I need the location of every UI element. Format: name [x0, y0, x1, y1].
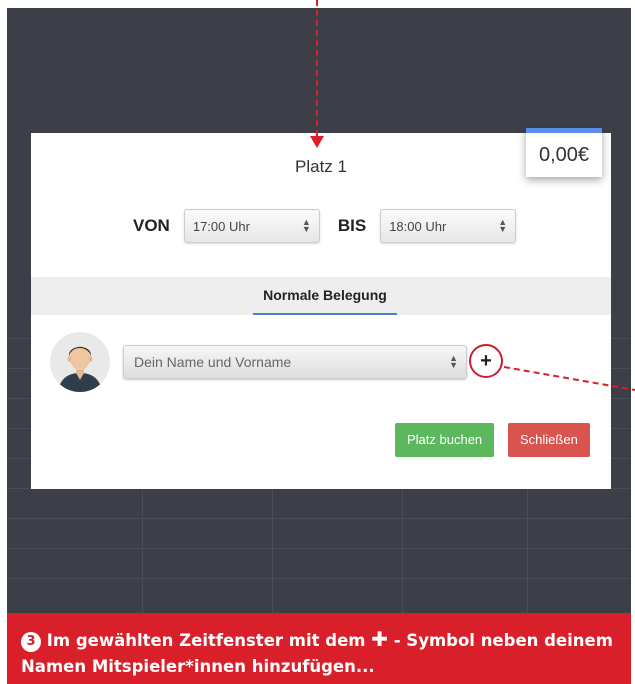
- tab-bar: Normale Belegung: [31, 277, 611, 315]
- plus-icon: ✚: [371, 627, 388, 651]
- to-label: BIS: [337, 216, 367, 235]
- select-arrows-icon: ▲ ▼: [498, 217, 508, 234]
- time-range-row: VON 17:00 Uhr ▲ ▼ BIS 18:00 Uhr ▲ ▼: [133, 209, 517, 243]
- select-arrows-icon: ▲ ▼: [449, 353, 458, 370]
- modal-title: Platz 1: [295, 157, 347, 176]
- from-time-select[interactable]: 17:00 Uhr ▲ ▼: [183, 209, 320, 243]
- user-avatar-icon: [50, 332, 110, 392]
- step-number-badge: 3: [21, 632, 41, 652]
- player-name-placeholder: Dein Name und Vorname: [134, 354, 292, 370]
- to-time-select[interactable]: 18:00 Uhr ▲ ▼: [380, 209, 517, 243]
- plus-icon: +: [480, 349, 492, 372]
- book-court-button[interactable]: Platz buchen: [395, 423, 495, 457]
- from-label: VON: [133, 216, 170, 235]
- caption-text-before: Im gewählten Zeitfenster mit dem: [46, 631, 366, 650]
- add-player-button[interactable]: +: [469, 344, 503, 378]
- price-badge: 0,00€: [526, 128, 602, 177]
- grid-line: [7, 578, 631, 579]
- select-arrows-icon: ▲ ▼: [301, 217, 311, 234]
- close-button[interactable]: Schließen: [508, 423, 590, 457]
- booking-modal: Platz 1 VON 17:00 Uhr ▲ ▼ BIS 18:00 Uhr ▲…: [31, 133, 611, 489]
- from-time-value: 17:00 Uhr: [192, 218, 250, 234]
- player-name-select[interactable]: Dein Name und Vorname ▲ ▼: [123, 345, 467, 379]
- tab-normal-booking[interactable]: Normale Belegung: [253, 277, 397, 315]
- grid-line: [7, 548, 631, 549]
- to-time-value: 18:00 Uhr: [389, 218, 447, 234]
- instruction-caption: 3 Im gewählten Zeitfenster mit dem ✚ - S…: [7, 613, 631, 684]
- grid-line: [7, 518, 631, 519]
